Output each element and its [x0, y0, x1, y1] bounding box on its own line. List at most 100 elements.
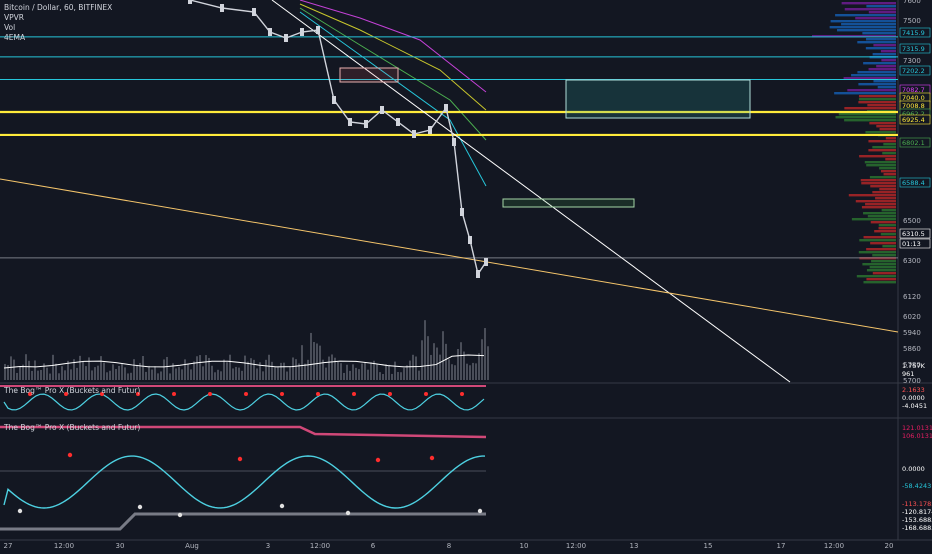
- volume-bar: [454, 365, 456, 380]
- volume-bar: [226, 362, 228, 380]
- volume-badge-label: 961: [902, 370, 914, 378]
- volume-bar: [286, 371, 288, 380]
- y-tick-label: 7500: [903, 17, 921, 25]
- volume-bar: [181, 369, 183, 380]
- volume-bar: [262, 371, 264, 380]
- osc1-peak-dot: [460, 392, 464, 396]
- volume-bar: [304, 363, 306, 380]
- candle: [484, 258, 488, 266]
- osc2-label: The Bog™ Pro X (Buckets and Futur): [4, 423, 141, 432]
- volume-bar: [70, 369, 72, 380]
- x-tick-label: 8: [447, 542, 451, 550]
- volume-bar: [274, 367, 276, 380]
- volume-bar: [241, 370, 243, 380]
- volume-bar: [187, 364, 189, 380]
- volume-bar: [58, 373, 60, 380]
- osc1-peak-dot: [244, 392, 248, 396]
- volume-bar: [157, 373, 159, 380]
- vpvr-bar: [848, 194, 896, 197]
- volume-bar: [88, 357, 90, 380]
- volume-bar: [211, 365, 213, 380]
- vpvr-bar: [858, 251, 896, 254]
- volume-bar: [34, 360, 36, 380]
- volume-bar: [214, 372, 216, 380]
- volume-bar: [451, 364, 453, 380]
- legend-vol: Vol: [4, 23, 16, 32]
- candle: [476, 270, 480, 278]
- vpvr-bar: [865, 47, 896, 50]
- osc2-lower-bar: [0, 512, 486, 531]
- volume-bar: [169, 373, 171, 380]
- volume-bar: [325, 367, 327, 380]
- volume-bar: [385, 364, 387, 380]
- y-tick-label: 6020: [903, 313, 921, 321]
- vpvr-bar: [866, 269, 896, 272]
- volume-bar: [337, 361, 339, 380]
- demand-box: [502, 198, 635, 208]
- candle: [468, 236, 472, 244]
- x-tick-label: 30: [116, 542, 125, 550]
- osc2-badge-label: 121.0131: [902, 424, 932, 432]
- x-tick-label: 12:00: [54, 542, 74, 550]
- candle: [188, 0, 192, 4]
- volume-bar: [466, 363, 468, 380]
- volume-bar: [85, 366, 87, 380]
- vpvr-bar: [866, 248, 896, 251]
- volume-bar: [370, 362, 372, 380]
- candle: [452, 138, 456, 146]
- volume-bar: [154, 366, 156, 380]
- vpvr-bar: [861, 206, 896, 209]
- volume-bar: [421, 340, 423, 380]
- volume-bar: [97, 365, 99, 380]
- vpvr-bar: [868, 68, 896, 71]
- volume-bar: [331, 354, 333, 380]
- volume-bar: [301, 345, 303, 380]
- x-tick-label: 20: [885, 542, 894, 550]
- vpvr-bar: [880, 50, 896, 53]
- osc2-badge-label: 106.0131: [902, 432, 932, 440]
- vpvr-bar: [847, 89, 896, 92]
- vpvr-bar: [858, 101, 896, 104]
- vpvr-bar: [882, 245, 896, 248]
- vpvr-bar: [879, 128, 896, 131]
- volume-badge-label: 1.757K: [902, 362, 926, 370]
- x-tick-label: 17: [777, 542, 786, 550]
- volume-bar: [145, 371, 147, 380]
- volume-bar: [115, 368, 117, 380]
- volume-bar: [229, 354, 231, 380]
- volume-bar: [418, 370, 420, 380]
- chart-stage[interactable]: 7600750073007100690067006500630061206020…: [0, 0, 932, 550]
- volume-bar: [424, 320, 426, 380]
- candle: [380, 106, 384, 114]
- vpvr-bar: [867, 215, 896, 218]
- vpvr-bar: [868, 140, 896, 143]
- y-tick-label: 6120: [903, 293, 921, 301]
- volume-bar: [409, 360, 411, 380]
- volume-bar: [340, 363, 342, 380]
- volume-bar: [202, 366, 204, 380]
- price-badge-label: 01:13: [902, 240, 921, 248]
- volume-bar: [250, 358, 252, 380]
- osc2-badge-label: -120.8174: [902, 508, 932, 516]
- vpvr-bar: [865, 203, 896, 206]
- osc1-badge-label: -4.0451: [902, 402, 927, 410]
- volume-bar: [481, 339, 483, 380]
- volume-bar: [253, 359, 255, 380]
- volume-bar: [37, 370, 39, 380]
- volume-bar: [112, 364, 114, 380]
- price-badge-label: 7415.9: [902, 29, 925, 37]
- price-badge-label: 6310.5: [902, 230, 925, 238]
- volume-bar: [307, 359, 309, 380]
- volume-bar: [271, 361, 273, 380]
- volume-bar: [457, 348, 459, 380]
- price-chart[interactable]: 7600750073007100690067006500630061206020…: [0, 0, 932, 550]
- vpvr-bar: [880, 233, 896, 236]
- volume-bar: [478, 353, 480, 380]
- vpvr-bar: [865, 131, 896, 134]
- vpvr-bar: [862, 263, 896, 266]
- vpvr-bar: [872, 53, 896, 56]
- volume-bar: [367, 369, 369, 380]
- volume-bar: [94, 367, 96, 380]
- volume-bar: [91, 370, 93, 380]
- volume-bar: [196, 356, 198, 380]
